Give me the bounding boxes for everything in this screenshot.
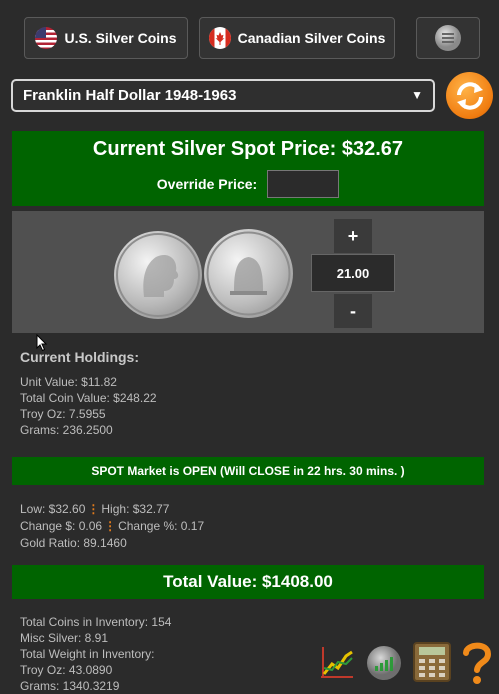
- unit-value: Unit Value: $11.82: [20, 375, 117, 389]
- canadian-silver-coins-button[interactable]: Canadian Silver Coins: [199, 17, 395, 59]
- menu-icon: [435, 25, 461, 51]
- signal-icon: [367, 646, 401, 680]
- change-dollar: Change $: 0.06: [20, 519, 103, 533]
- total-coin-value: Total Coin Value: $248.22: [20, 391, 157, 405]
- override-price-input[interactable]: [267, 170, 340, 198]
- refresh-icon: [456, 81, 483, 110]
- canada-flag-icon: [208, 27, 231, 49]
- calculator-icon: [413, 642, 451, 682]
- gold-ratio: Gold Ratio: 89.1460: [20, 536, 127, 550]
- inventory-troy-oz: Troy Oz: 43.0890: [20, 663, 113, 677]
- holdings-grams: Grams: 236.2500: [20, 423, 113, 437]
- high-price: High: $32.77: [101, 502, 170, 516]
- change-line: Change $: 0.06 ⋮ Change %: 0.17: [20, 519, 205, 533]
- quantity-increment-button[interactable]: +: [334, 219, 372, 253]
- low-high-line: Low: $32.60 ⋮ High: $32.77: [20, 502, 170, 516]
- total-coins-inventory: Total Coins in Inventory: 154: [20, 615, 172, 629]
- holdings-troy-oz: Troy Oz: 7.5955: [20, 407, 106, 421]
- coin-reverse-image: [204, 229, 293, 318]
- help-button[interactable]: [460, 640, 494, 686]
- change-percent: Change %: 0.17: [118, 519, 205, 533]
- calculator-button[interactable]: [412, 641, 452, 683]
- inventory-grams: Grams: 1340.3219: [20, 679, 120, 693]
- spot-price-title: Current Silver Spot Price: $32.67: [92, 138, 404, 160]
- market-status-banner: SPOT Market is OPEN (Will CLOSE in 22 hr…: [12, 457, 484, 485]
- misc-silver: Misc Silver: 8.91: [20, 631, 109, 645]
- total-weight-label: Total Weight in Inventory:: [20, 647, 155, 661]
- coin-obverse-image: [114, 231, 202, 319]
- canadian-silver-coins-label: Canadian Silver Coins: [237, 30, 386, 46]
- quantity-decrement-button[interactable]: -: [334, 294, 372, 328]
- chevron-down-icon: ▼: [411, 88, 423, 102]
- spot-price-panel: Current Silver Spot Price: $32.67 Overri…: [12, 131, 484, 206]
- coin-type-select[interactable]: Franklin Half Dollar 1948-1963 ▼: [11, 79, 435, 112]
- us-silver-coins-label: U.S. Silver Coins: [64, 30, 177, 46]
- us-silver-coins-button[interactable]: U.S. Silver Coins: [24, 17, 188, 59]
- total-value-banner: Total Value: $1408.00: [12, 565, 484, 599]
- holdings-heading: Current Holdings:: [20, 349, 139, 365]
- signal-button[interactable]: [366, 645, 402, 681]
- chart-button[interactable]: [318, 644, 356, 682]
- refresh-button[interactable]: [446, 72, 493, 119]
- us-flag-icon: [35, 27, 58, 49]
- chart-icon: [321, 647, 353, 678]
- coin-type-select-value: Franklin Half Dollar 1948-1963: [23, 87, 237, 104]
- quantity-input[interactable]: 21.00: [311, 254, 395, 292]
- low-price: Low: $32.60: [20, 502, 86, 516]
- help-icon: [463, 642, 492, 684]
- menu-button[interactable]: [416, 17, 480, 59]
- override-price-label: Override Price:: [156, 176, 258, 192]
